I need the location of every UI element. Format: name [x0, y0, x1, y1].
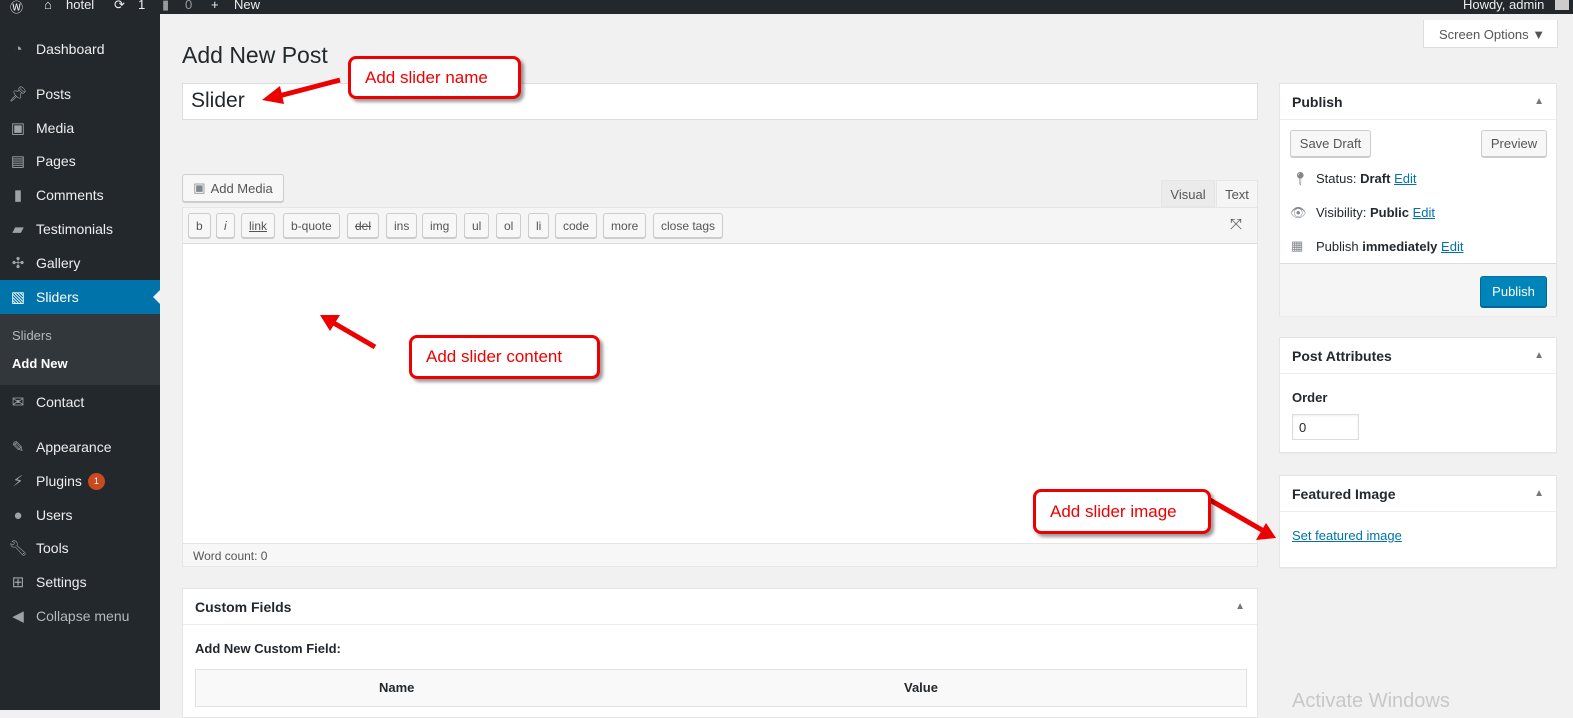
- annotation-content: Add slider content: [409, 335, 600, 379]
- arrow-content: [330, 319, 377, 350]
- annotation-arrows: [262, 77, 1276, 540]
- arrow-image: [1208, 497, 1264, 533]
- arrow-name: [274, 77, 341, 100]
- annotation-name: Add slider name: [348, 56, 521, 99]
- annotation-image: Add slider image: [1033, 489, 1211, 534]
